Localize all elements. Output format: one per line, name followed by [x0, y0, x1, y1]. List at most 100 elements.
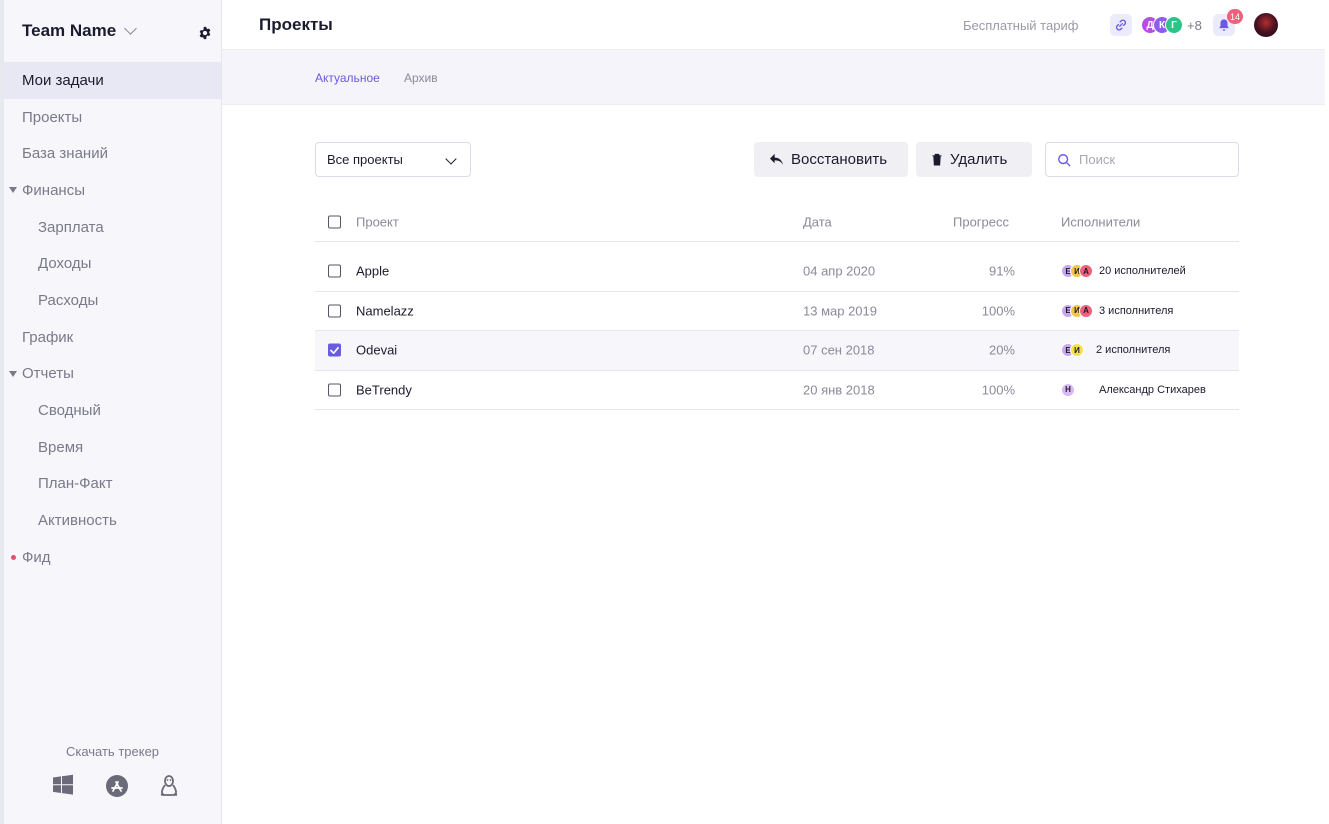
avatar: А — [1079, 303, 1093, 318]
table-row[interactable]: BeTrendy 20 янв 2018 100% Н Александр Ст… — [315, 371, 1239, 410]
more-members-count: +8 — [1187, 17, 1202, 33]
sidebar-item-label: Активность — [38, 512, 117, 530]
avatar: Н — [1061, 382, 1075, 397]
sidebar-item-income[interactable]: Доходы — [4, 245, 221, 282]
avatar: И — [1070, 343, 1084, 358]
table-row[interactable]: Odevai 07 сен 2018 20% Е И 2 исполнителя — [315, 331, 1239, 371]
sidebar-item-my-tasks[interactable]: Мои задачи — [4, 62, 221, 99]
unread-dot — [11, 554, 16, 560]
page-title: Проекты — [259, 15, 333, 34]
restore-button[interactable]: Восстановить — [754, 142, 908, 177]
tab-current[interactable]: Актуальное — [315, 71, 380, 85]
column-header-project[interactable]: Проект — [356, 214, 399, 229]
sidebar-item-label: База знаний — [22, 145, 108, 163]
project-name[interactable]: BeTrendy — [356, 382, 412, 397]
sidebar-item-plan-fact[interactable]: План-Факт — [4, 466, 221, 503]
linux-icon[interactable] — [158, 774, 182, 798]
column-header-progress[interactable]: Прогресс — [953, 214, 1009, 229]
sidebar-item-feed[interactable]: Фид — [4, 539, 221, 576]
table-header: Проект Дата Прогресс Исполнители — [315, 202, 1239, 242]
project-date: 04 апр 2020 — [803, 263, 876, 279]
sidebar-item-projects[interactable]: Проекты — [4, 99, 221, 136]
notifications-badge: 14 — [1227, 9, 1244, 24]
sidebar-item-expenses[interactable]: Расходы — [4, 282, 221, 319]
projects-table: Проект Дата Прогресс Исполнители Apple 0… — [315, 202, 1239, 410]
trash-icon — [932, 153, 942, 166]
sidebar: Team Name Мои задачи Проекты База знаний… — [0, 0, 222, 824]
sidebar-item-label: Проекты — [22, 108, 83, 126]
project-progress: 100% — [981, 303, 1015, 319]
invite-link-button[interactable] — [1110, 14, 1132, 36]
sidebar-item-label: План-Факт — [38, 475, 113, 493]
sidebar-item-label: Сводный — [38, 402, 101, 420]
tariff-link[interactable]: Бесплатный тариф — [963, 18, 1078, 33]
column-header-date[interactable]: Дата — [803, 214, 832, 229]
row-checkbox[interactable] — [328, 304, 341, 318]
project-assignees[interactable]: Н Александр Стихарев — [1061, 382, 1206, 397]
sidebar-item-label: Мои задачи — [22, 71, 104, 89]
project-date: 13 мар 2019 — [803, 303, 878, 319]
column-header-assignees[interactable]: Исполнители — [1061, 214, 1140, 229]
top-header: Проекты Бесплатный тариф Д К Г +8 14 — [222, 0, 1325, 50]
team-switcher[interactable]: Team Name — [22, 21, 138, 41]
table-row[interactable]: Apple 04 апр 2020 91% Е И А 20 исполните… — [315, 252, 1239, 292]
project-progress: 91% — [988, 263, 1015, 279]
assignees-count: 2 исполнителя — [1096, 344, 1171, 357]
sidebar-item-label: Отчеты — [22, 365, 74, 383]
assignees-count: 20 исполнителей — [1099, 265, 1186, 278]
sidebar-item-schedule[interactable]: График — [4, 319, 221, 356]
download-tracker-label: Скачать трекер — [65, 744, 160, 759]
select-all-checkbox[interactable] — [328, 215, 341, 228]
sidebar-item-time[interactable]: Время — [4, 429, 221, 466]
sidebar-item-label: Расходы — [38, 291, 99, 309]
table-row[interactable]: Namelazz 13 мар 2019 100% Е И А 3 исполн… — [315, 292, 1239, 331]
sidebar-item-label: Доходы — [38, 255, 92, 273]
caret-down-icon — [9, 370, 17, 377]
project-progress: 100% — [981, 382, 1015, 398]
sidebar-item-label: Фид — [22, 548, 51, 566]
row-checkbox[interactable] — [328, 343, 341, 357]
project-date: 20 янв 2018 — [803, 382, 875, 398]
windows-icon[interactable] — [52, 774, 76, 798]
team-avatars[interactable]: Д К Г +8 — [1141, 15, 1202, 35]
project-filter-select[interactable]: Все проекты — [315, 142, 471, 177]
sidebar-item-knowledge-base[interactable]: База знаний — [4, 135, 221, 172]
search-input[interactable] — [1079, 152, 1229, 167]
project-name[interactable]: Namelazz — [356, 303, 414, 318]
project-progress: 20% — [988, 342, 1015, 358]
app-store-icon[interactable] — [105, 774, 129, 798]
sidebar-item-salary[interactable]: Зарплата — [4, 209, 221, 246]
sidebar-item-label: Время — [38, 438, 84, 456]
sidebar-item-label: График — [22, 328, 74, 346]
sidebar-item-summary[interactable]: Сводный — [4, 392, 221, 429]
assignee-avatars: Н — [1061, 382, 1075, 397]
project-assignees[interactable]: Е И А 3 исполнителя — [1061, 303, 1173, 318]
project-assignees[interactable]: Е И 2 исполнителя — [1061, 343, 1171, 358]
checkmark-icon — [330, 346, 339, 354]
project-date: 07 сен 2018 — [803, 342, 875, 358]
row-checkbox[interactable] — [328, 264, 341, 278]
tab-archive[interactable]: Архив — [404, 71, 438, 85]
sidebar-item-activity[interactable]: Активность — [4, 502, 221, 539]
project-name[interactable]: Odevai — [356, 343, 397, 358]
restore-label: Восстановить — [791, 151, 888, 168]
project-name[interactable]: Apple — [356, 264, 389, 279]
chevron-down-icon — [124, 22, 138, 35]
user-avatar[interactable] — [1254, 13, 1278, 37]
row-checkbox[interactable] — [328, 383, 341, 397]
sidebar-item-reports[interactable]: Отчеты — [4, 356, 221, 393]
team-name: Team Name — [22, 21, 117, 40]
assignee-avatars: Е И — [1061, 343, 1084, 358]
project-assignees[interactable]: Е И А 20 исполнителей — [1061, 264, 1186, 279]
sidebar-item-label: Зарплата — [38, 218, 104, 236]
search-box[interactable] — [1045, 142, 1239, 177]
sidebar-item-finance[interactable]: Финансы — [4, 172, 221, 209]
sidebar-nav: Мои задачи Проекты База знаний Финансы З… — [4, 62, 221, 576]
assignee-name: Александр Стихарев — [1099, 383, 1206, 396]
gear-icon[interactable] — [198, 26, 212, 40]
delete-label: Удалить — [950, 151, 1008, 168]
delete-button[interactable]: Удалить — [916, 142, 1032, 177]
chevron-down-icon — [445, 153, 457, 165]
search-icon — [1058, 153, 1071, 166]
caret-down-icon — [9, 187, 17, 194]
